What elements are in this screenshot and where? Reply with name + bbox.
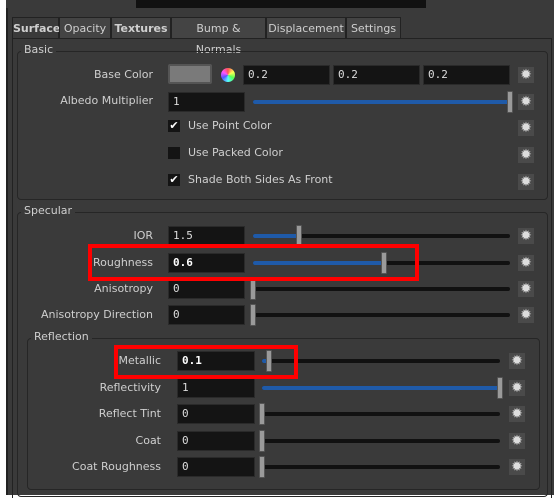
tab-textures[interactable]: Textures: [111, 17, 171, 39]
anisotropy-label: Anisotropy: [94, 282, 153, 295]
reflect-tint-slider[interactable]: [259, 403, 500, 425]
roughness-highlight-box: [88, 244, 419, 281]
slider-thumb[interactable]: [250, 278, 256, 300]
slider-thumb[interactable]: [497, 377, 503, 399]
ior-slider[interactable]: [253, 225, 510, 247]
ior-field[interactable]: 1.5: [168, 226, 245, 246]
slider-fill: [253, 100, 510, 104]
slider-thumb[interactable]: [250, 304, 256, 326]
color-wheel-icon[interactable]: [221, 68, 235, 82]
shade-both-sides-as-front-checkbox[interactable]: ✔: [168, 174, 180, 186]
gear-icon[interactable]: ✹: [518, 255, 534, 271]
gear-icon[interactable]: ✹: [518, 228, 534, 244]
gear-icon[interactable]: ✹: [509, 406, 525, 422]
ior-label: IOR: [133, 229, 153, 242]
coat-slider[interactable]: [259, 430, 500, 452]
anisotropy-direction-label: Anisotropy Direction: [40, 308, 153, 321]
tab-surface[interactable]: Surface: [12, 17, 60, 39]
gear-icon[interactable]: ✹: [518, 307, 534, 323]
base-color-g-field[interactable]: 0.2: [333, 65, 420, 85]
base-color-r-field[interactable]: 0.2: [243, 65, 330, 85]
basic-group-label: Basic: [21, 43, 57, 56]
albedo-multiplier-label: Albedo Multiplier: [60, 94, 153, 107]
albedo-multiplier-slider[interactable]: [253, 91, 513, 113]
gear-icon[interactable]: ✹: [518, 174, 534, 190]
anisotropy-direction-field[interactable]: 0: [168, 305, 245, 325]
reflection-group-label: Reflection: [31, 330, 92, 343]
gear-icon[interactable]: ✹: [518, 67, 534, 83]
tab-displacement[interactable]: Displacement: [266, 17, 346, 39]
slider-thumb[interactable]: [259, 456, 265, 478]
top-bar: [136, 0, 426, 8]
checkbox-label: Use Point Color: [188, 119, 272, 132]
gear-icon[interactable]: ✹: [518, 120, 534, 136]
use-point-color-checkbox[interactable]: ✔: [168, 120, 180, 132]
top-strip: [6, 0, 554, 8]
specular-group-label: Specular: [21, 204, 76, 217]
gear-icon[interactable]: ✹: [509, 433, 525, 449]
slider-fill: [262, 386, 500, 390]
anisotropy-slider[interactable]: [250, 278, 510, 300]
coat-roughness-field[interactable]: 0: [177, 457, 255, 477]
albedo-multiplier-field[interactable]: 1: [168, 92, 245, 112]
gear-icon[interactable]: ✹: [509, 380, 525, 396]
checkbox-label: Use Packed Color: [188, 146, 283, 159]
gear-icon[interactable]: ✹: [509, 459, 525, 475]
anisotropy-direction-slider[interactable]: [250, 304, 510, 326]
tab-opacity[interactable]: Opacity: [59, 17, 111, 39]
tab-settings[interactable]: Settings: [346, 17, 401, 39]
coat-roughness-label: Coat Roughness: [72, 460, 161, 473]
gear-icon[interactable]: ✹: [509, 353, 525, 369]
anisotropy-field[interactable]: 0: [168, 279, 245, 299]
slider-fill: [253, 234, 300, 238]
reflect-tint-label: Reflect Tint: [98, 407, 161, 420]
reflectivity-slider[interactable]: [262, 377, 503, 399]
slider-thumb[interactable]: [259, 403, 265, 425]
coat-roughness-slider[interactable]: [259, 456, 500, 478]
gear-icon[interactable]: ✹: [518, 94, 534, 110]
coat-field[interactable]: 0: [177, 431, 255, 451]
reflect-tint-field[interactable]: 0: [177, 404, 255, 424]
base-color-b-field[interactable]: 0.2: [423, 65, 510, 85]
gear-icon[interactable]: ✹: [518, 147, 534, 163]
tab-bump-normals[interactable]: Bump & Normals: [171, 17, 266, 56]
base-color-label: Base Color: [93, 68, 153, 81]
base-color-swatch[interactable]: [168, 64, 212, 84]
reflectivity-label: Reflectivity: [99, 381, 161, 394]
checkbox-label: Shade Both Sides As Front: [188, 173, 333, 186]
reflectivity-field[interactable]: 1: [177, 378, 255, 398]
slider-thumb[interactable]: [259, 430, 265, 452]
slider-thumb[interactable]: [507, 91, 513, 113]
gear-icon[interactable]: ✹: [518, 281, 534, 297]
coat-label: Coat: [135, 434, 161, 447]
use-packed-color-checkbox[interactable]: [168, 147, 180, 159]
metallic-highlight-box: [114, 345, 298, 379]
